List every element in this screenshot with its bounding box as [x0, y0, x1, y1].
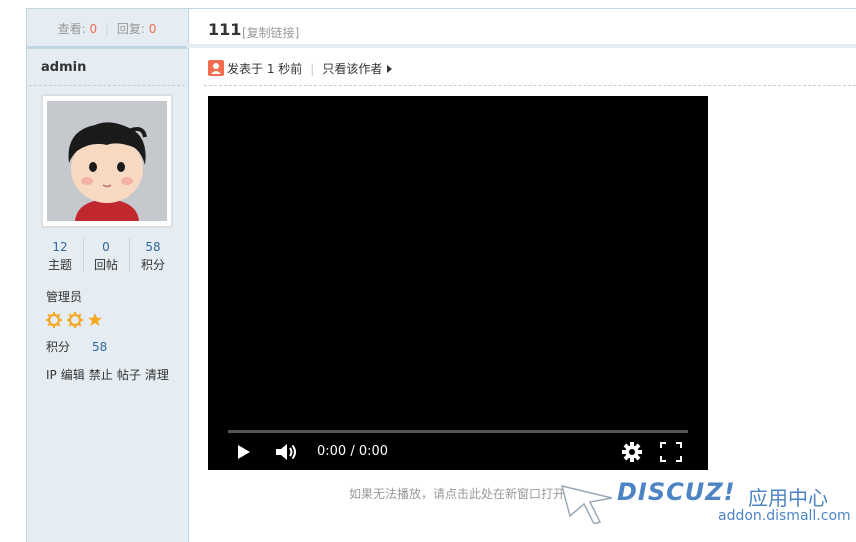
user-group-link[interactable]: 管理员	[46, 288, 82, 305]
stat-label: 回帖	[93, 258, 118, 272]
settings-button[interactable]	[622, 442, 642, 465]
post-time: 发表于 1 秒前	[227, 62, 303, 76]
watermark-title: 应用中心	[748, 486, 828, 510]
stat-divider	[129, 238, 130, 272]
stat-threads[interactable]: 12 主题	[38, 238, 82, 274]
open-in-new-window-link[interactable]: 如果无法播放，请点击此处在新窗口打开	[349, 485, 565, 502]
thread-stats: 查看: 0 | 回复: 0	[27, 9, 187, 47]
stats-separator: |	[104, 22, 110, 36]
play-icon	[238, 445, 250, 459]
video-time: 0:00 / 0:00	[317, 444, 389, 459]
meta-separator: |	[310, 62, 315, 76]
sun-icon	[67, 312, 83, 328]
replies-label: 回复:	[116, 22, 145, 36]
rank-stars	[46, 311, 106, 329]
gear-icon	[622, 442, 642, 462]
star-icon	[88, 313, 102, 326]
author-only-link[interactable]: 只看该作者	[322, 62, 382, 76]
stat-label: 积分	[140, 258, 165, 272]
watermark-logo: DISCUZ!	[617, 478, 736, 506]
sidebar-divider	[27, 46, 187, 49]
sun-icon	[46, 312, 62, 328]
video-progress-bar[interactable]	[228, 430, 688, 433]
copy-link-button[interactable]: [复制链接]	[242, 24, 299, 41]
ban-link[interactable]: 禁止	[89, 368, 113, 382]
views-label: 查看:	[57, 22, 86, 36]
stat-value: 0	[102, 240, 110, 254]
triangle-right-icon	[387, 65, 393, 73]
author-divider	[29, 85, 185, 86]
stat-replies[interactable]: 0 回帖	[84, 238, 128, 274]
meta-divider	[204, 85, 856, 86]
avatar[interactable]	[47, 101, 167, 221]
stat-credits[interactable]: 58 积分	[131, 238, 175, 274]
ip-link[interactable]: IP	[46, 368, 57, 382]
volume-button[interactable]	[275, 443, 299, 464]
volume-icon	[276, 444, 296, 460]
watermark-url: addon.dismall.com	[718, 508, 851, 524]
fullscreen-button[interactable]	[660, 442, 682, 465]
avatar-cartoon-icon	[47, 101, 167, 221]
posts-link[interactable]: 帖子	[117, 368, 141, 382]
stat-label: 主题	[47, 258, 72, 272]
cursor-arrow-icon	[560, 482, 616, 527]
stat-value: 12	[52, 240, 68, 254]
replies-count: 0	[148, 22, 157, 36]
fullscreen-icon	[660, 442, 682, 462]
play-button[interactable]	[236, 443, 252, 464]
title-divider	[188, 44, 856, 48]
credits-row: 积分 58	[46, 338, 107, 355]
post-meta: 发表于 1 秒前 | 只看该作者	[208, 60, 393, 78]
video-player[interactable]	[208, 96, 708, 470]
credits-label: 积分	[46, 340, 71, 354]
credits-value: 58	[92, 340, 108, 354]
author-name-link[interactable]: admin	[41, 60, 86, 75]
edit-link[interactable]: 编辑	[61, 368, 85, 382]
clean-link[interactable]: 清理	[145, 368, 169, 382]
online-user-icon	[208, 60, 224, 76]
views-count: 0	[89, 22, 98, 36]
thread-title: 111	[208, 20, 242, 39]
author-sidebar	[26, 9, 189, 542]
admin-actions: IP 编辑 禁止 帖子 清理	[46, 366, 173, 383]
stat-value: 58	[145, 240, 161, 254]
